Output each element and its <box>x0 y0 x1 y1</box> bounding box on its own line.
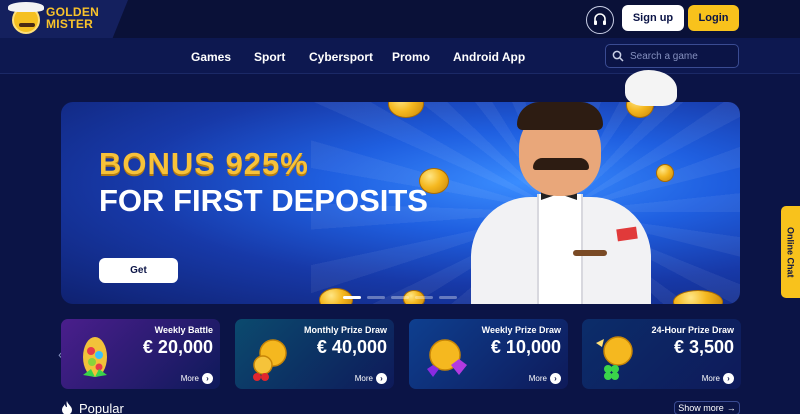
promo-banner[interactable]: BONUS 925% FOR FIRST DEPOSITS Get <box>61 102 740 304</box>
search-icon <box>612 50 624 62</box>
gem-coin-icon <box>427 339 467 377</box>
signup-button[interactable]: Sign up <box>622 5 684 31</box>
more-link[interactable]: More › <box>181 373 213 384</box>
hat-logo-icon <box>8 2 44 12</box>
banner-subheadline: FOR FIRST DEPOSITS <box>99 183 428 218</box>
popular-title: Popular <box>79 400 124 414</box>
headset-icon <box>594 13 606 25</box>
popular-section-header: Popular <box>61 400 124 414</box>
prize-title: Monthly Prize Draw <box>303 325 387 335</box>
mister-character <box>441 102 681 304</box>
prize-title: Weekly Battle <box>154 325 213 335</box>
more-link[interactable]: More › <box>529 373 561 384</box>
fire-icon <box>62 401 72 414</box>
prize-amount: € 10,000 <box>490 337 561 357</box>
more-label: More <box>701 374 720 383</box>
main-nav: Games Sport Cybersport Promo Android App <box>0 38 800 74</box>
more-label: More <box>354 374 373 383</box>
online-chat-tab[interactable]: Online Chat <box>781 206 800 298</box>
more-link[interactable]: More › <box>702 373 734 384</box>
banner-headline: BONUS 925% <box>99 146 309 181</box>
brand-name: GOLDEN MISTER <box>46 6 118 30</box>
arrow-right-icon: › <box>550 373 561 384</box>
arrow-right-icon: › <box>723 373 734 384</box>
clover-coin-icon <box>596 336 633 380</box>
prize-card-weekly-battle[interactable]: Weekly Battle € 20,000 More › <box>61 319 220 389</box>
prize-card-24-hour-prize-draw[interactable]: 24-Hour Prize Draw € 3,500 More › <box>582 319 741 389</box>
arrow-right-icon: › <box>202 373 213 384</box>
prize-amount: € 40,000 <box>316 337 387 357</box>
prize-title: Weekly Prize Draw <box>481 325 561 335</box>
search-input[interactable] <box>630 50 738 62</box>
prize-amount: € 20,000 <box>142 337 213 357</box>
top-bar: GOLDEN MISTER Sign up Login <box>0 0 800 38</box>
login-button[interactable]: Login <box>688 5 739 31</box>
arrow-right-icon: → <box>726 403 736 413</box>
nav-item-cybersport[interactable]: Cybersport <box>309 50 373 64</box>
get-bonus-button[interactable]: Get <box>99 258 178 283</box>
prize-title: 24-Hour Prize Draw <box>651 325 734 335</box>
carousel-dot[interactable] <box>415 296 433 299</box>
more-label: More <box>180 374 199 383</box>
search-box[interactable] <box>605 44 739 68</box>
carousel-dot[interactable] <box>367 296 385 299</box>
carousel-dot[interactable] <box>343 296 361 299</box>
rocket-icon <box>83 337 107 377</box>
logo[interactable]: GOLDEN MISTER <box>0 0 128 38</box>
show-more-button[interactable]: Show more → <box>674 401 740 414</box>
nav-item-android-app[interactable]: Android App <box>453 50 525 64</box>
coins-icon <box>253 339 287 381</box>
prize-amount: € 3,500 <box>673 337 734 357</box>
arrow-right-icon: › <box>376 373 387 384</box>
support-button[interactable] <box>586 6 614 34</box>
carousel-dots <box>343 296 463 300</box>
nav-item-games[interactable]: Games <box>191 50 231 64</box>
more-link[interactable]: More › <box>355 373 387 384</box>
more-label: More <box>528 374 547 383</box>
nav-item-promo[interactable]: Promo <box>392 50 430 64</box>
show-more-label: Show more <box>678 403 724 413</box>
prize-card-weekly-prize-draw[interactable]: Weekly Prize Draw € 10,000 More › <box>409 319 568 389</box>
prize-card-monthly-prize-draw[interactable]: Monthly Prize Draw € 40,000 More › <box>235 319 394 389</box>
brand-name-line2: MISTER <box>46 17 94 31</box>
nav-item-sport[interactable]: Sport <box>254 50 285 64</box>
white-hat-decoration <box>625 70 677 106</box>
online-chat-label: Online Chat <box>785 226 796 278</box>
carousel-dot[interactable] <box>439 296 457 299</box>
carousel-dot[interactable] <box>391 296 409 299</box>
